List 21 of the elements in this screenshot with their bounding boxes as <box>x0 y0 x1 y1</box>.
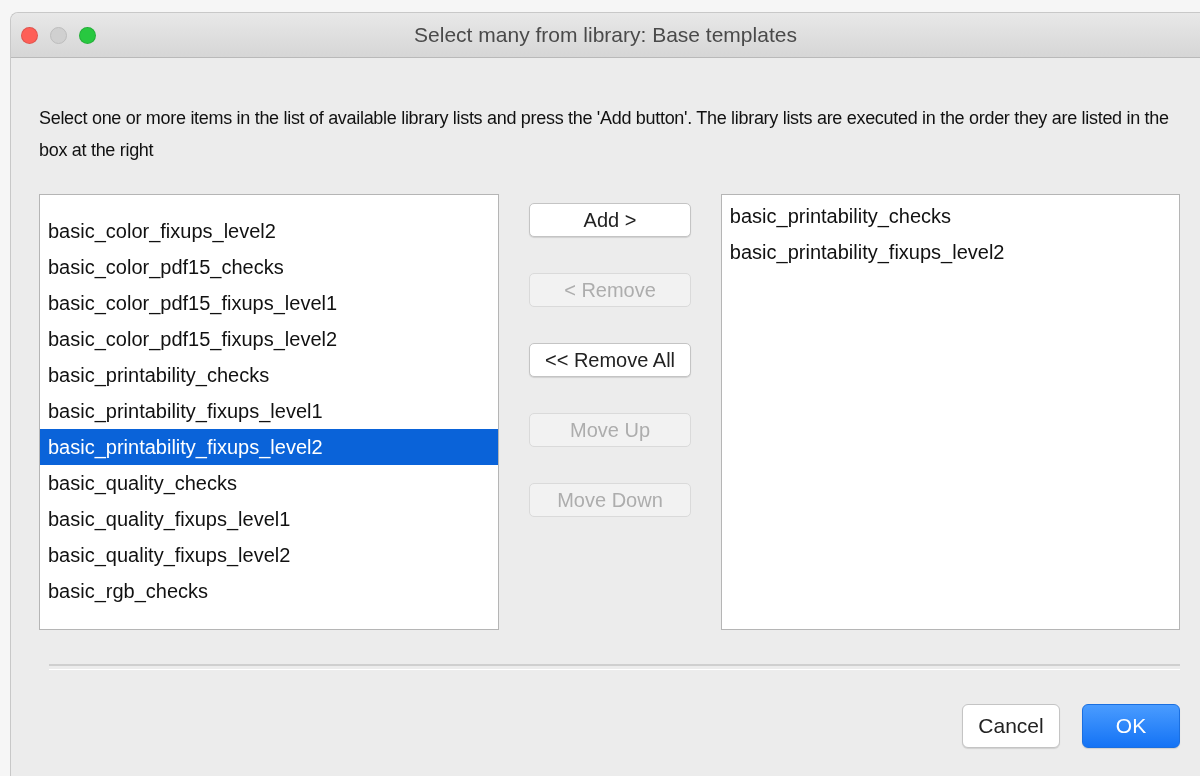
list-item[interactable]: basic_quality_fixups_level1 <box>40 501 499 537</box>
list-item[interactable]: basic_printability_checks <box>40 357 499 393</box>
list-item[interactable]: basic_color_pdf15_checks <box>40 249 499 285</box>
window-title: Select many from library: Base templates <box>414 23 797 47</box>
list-item[interactable]: basic_color_pdf15_fixups_level2 <box>40 321 499 357</box>
zoom-button[interactable] <box>79 26 96 44</box>
close-button[interactable] <box>21 26 38 44</box>
list-item[interactable]: basic_printability_checks <box>721 198 1179 234</box>
action-button[interactable]: << Remove All <box>529 343 691 377</box>
instructions-text: Select one or more items in the list of available library lists and press the 'Add button'. The library lists are executed in the order they are listed in the box at the right <box>39 107 1170 162</box>
list-item[interactable]: basic_printability_fixups_level1 <box>40 393 499 429</box>
list-item[interactable]: basic_color_pdf15_fixups_level1 <box>40 285 499 321</box>
list-item[interactable]: basic_printability_fixups_level2 <box>721 234 1179 270</box>
ok-button[interactable]: OK <box>1082 704 1180 748</box>
list-item[interactable]: basic_quality_checks <box>40 465 499 501</box>
list-item[interactable]: basic_rgb_checks <box>40 573 499 609</box>
list-item[interactable]: basic_color_fixups_level2 <box>40 213 499 249</box>
cancel-button[interactable]: Cancel <box>962 704 1060 748</box>
list-item[interactable]: basic_printability_fixups_level2 <box>40 429 499 465</box>
action-button[interactable]: Add > <box>529 203 691 237</box>
list-item[interactable]: basic_quality_fixups_level2 <box>40 537 499 573</box>
